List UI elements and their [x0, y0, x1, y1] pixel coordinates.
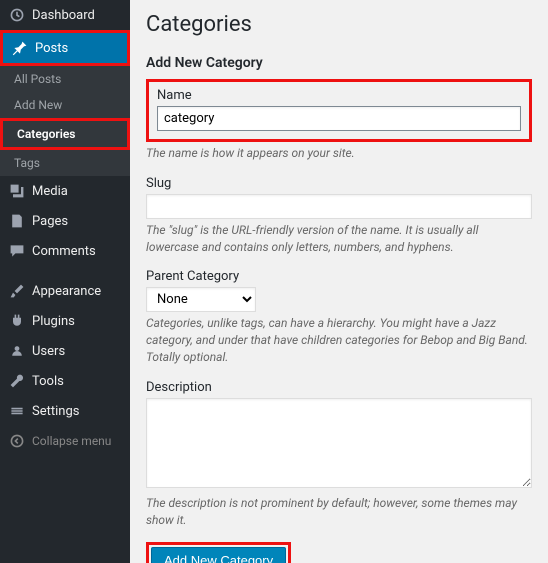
sidebar-item-comments[interactable]: Comments	[0, 236, 130, 266]
sidebar-item-pages[interactable]: Pages	[0, 206, 130, 236]
sidebar-label: Users	[32, 344, 65, 359]
plugins-icon	[8, 312, 26, 330]
description-textarea[interactable]	[146, 398, 532, 488]
media-icon	[8, 182, 26, 200]
sidebar-item-appearance[interactable]: Appearance	[0, 276, 130, 306]
sidebar-item-media[interactable]: Media	[0, 176, 130, 206]
name-input[interactable]	[157, 106, 521, 131]
sidebar-item-plugins[interactable]: Plugins	[0, 306, 130, 336]
parent-description: Categories, unlike tags, can have a hier…	[146, 315, 532, 365]
admin-sidebar: Dashboard Posts All Posts Add New Catego…	[0, 0, 130, 563]
slug-label: Slug	[146, 176, 532, 191]
sidebar-label: Appearance	[32, 284, 101, 299]
sidebar-label: Dashboard	[32, 8, 95, 23]
sidebar-label: Media	[32, 184, 68, 199]
sidebar-collapse[interactable]: Collapse menu	[0, 426, 130, 456]
page-title: Categories	[146, 12, 532, 37]
sidebar-label: Plugins	[32, 314, 75, 329]
sidebar-sub-add-new[interactable]: Add New	[0, 92, 130, 118]
add-category-button[interactable]: Add New Category	[151, 547, 286, 563]
sidebar-label: Pages	[32, 214, 68, 229]
description-field-group: Description The description is not promi…	[146, 380, 532, 529]
main-content: Categories Add New Category Name The nam…	[130, 0, 548, 563]
description-description: The description is not prominent by defa…	[146, 495, 532, 529]
brush-icon	[8, 282, 26, 300]
submit-highlight: Add New Category	[146, 542, 291, 563]
slug-input[interactable]	[146, 194, 532, 219]
comments-icon	[8, 242, 26, 260]
slug-description: The "slug" is the URL-friendly version o…	[146, 222, 532, 256]
parent-select[interactable]: None	[146, 287, 256, 312]
section-heading: Add New Category	[146, 55, 532, 71]
sidebar-item-tools[interactable]: Tools	[0, 366, 130, 396]
description-label: Description	[146, 380, 532, 395]
sidebar-label: Tools	[32, 374, 64, 389]
tools-icon	[8, 372, 26, 390]
sidebar-item-posts[interactable]: Posts	[0, 30, 130, 66]
pin-icon	[11, 39, 29, 57]
parent-label: Parent Category	[146, 269, 532, 284]
sidebar-sub-tags[interactable]: Tags	[0, 150, 130, 176]
sidebar-sub-categories[interactable]: Categories	[0, 118, 130, 150]
settings-icon	[8, 402, 26, 420]
pages-icon	[8, 212, 26, 230]
sidebar-label: Comments	[32, 244, 96, 259]
sidebar-item-dashboard[interactable]: Dashboard	[0, 0, 130, 30]
name-field-group: Name	[146, 79, 532, 142]
sidebar-label: Settings	[32, 404, 79, 419]
sidebar-item-settings[interactable]: Settings	[0, 396, 130, 426]
sidebar-label: Collapse menu	[32, 434, 111, 448]
name-description: The name is how it appears on your site.	[146, 145, 532, 162]
slug-field-group: Slug The "slug" is the URL-friendly vers…	[146, 176, 532, 256]
sidebar-item-users[interactable]: Users	[0, 336, 130, 366]
collapse-icon	[8, 432, 26, 450]
sidebar-label: Posts	[35, 41, 68, 56]
sidebar-sub-all-posts[interactable]: All Posts	[0, 66, 130, 92]
dashboard-icon	[8, 6, 26, 24]
name-label: Name	[157, 88, 521, 103]
parent-field-group: Parent Category None Categories, unlike …	[146, 269, 532, 365]
users-icon	[8, 342, 26, 360]
